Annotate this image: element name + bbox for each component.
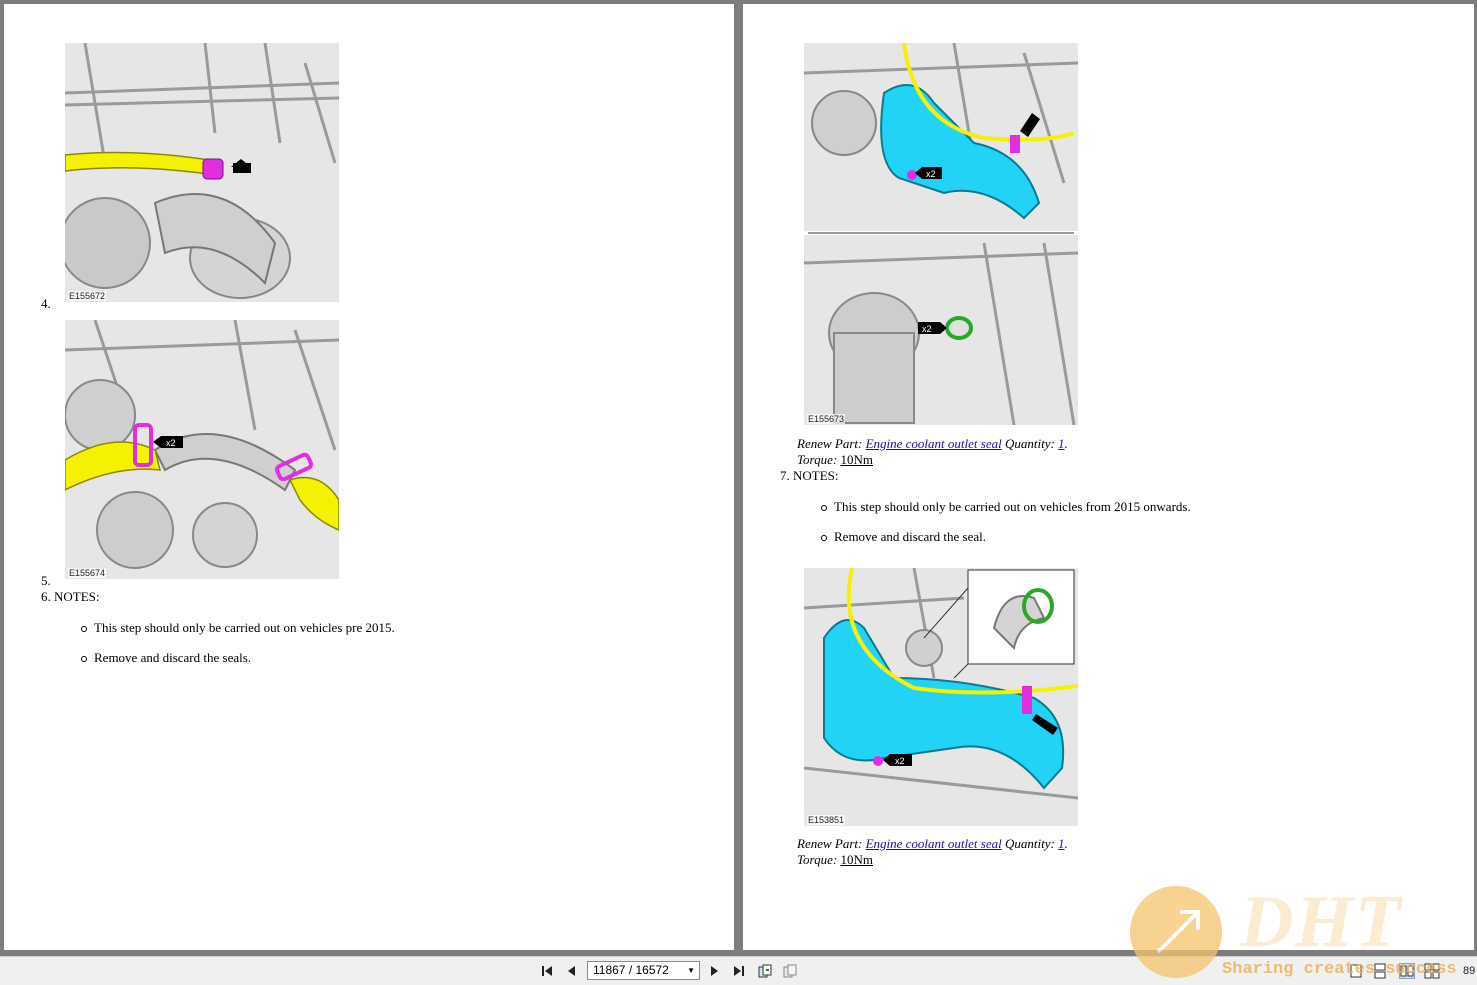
continuous-icon[interactable] bbox=[1372, 963, 1388, 979]
figure-caption: E155672 bbox=[68, 291, 107, 301]
torque-value: 10Nm bbox=[840, 452, 873, 467]
note-bullet: Remove and discard the seals. bbox=[80, 650, 252, 665]
next-page-icon[interactable] bbox=[706, 963, 722, 979]
renew-part-prefix: Renew Part: bbox=[797, 436, 866, 451]
torque-label: Torque: bbox=[797, 452, 841, 467]
engine-illustration-2: x2 bbox=[65, 320, 339, 579]
zoom-level: 89 bbox=[1463, 965, 1476, 977]
callout-x2: x2 bbox=[895, 756, 905, 766]
copy-icon[interactable] bbox=[782, 963, 798, 979]
period: . bbox=[1064, 436, 1068, 451]
viewer-toolbar: 11867 / 16572 ▼ 89 bbox=[0, 956, 1477, 985]
note-bullet: Remove and discard the seal. bbox=[821, 529, 986, 544]
engine-illustration-4: x2 bbox=[804, 568, 1078, 826]
page-number-select[interactable]: 11867 / 16572 ▼ bbox=[587, 961, 700, 980]
step-number-5: 5. bbox=[41, 573, 51, 588]
torque-label: Torque: bbox=[797, 852, 841, 867]
torque-value: 10Nm bbox=[840, 852, 873, 867]
engine-coolant-outlet-seal-link[interactable]: Engine coolant outlet seal bbox=[866, 836, 1002, 851]
facing-pages-icon[interactable] bbox=[1399, 963, 1415, 979]
figure-e155674: x2 E155674 bbox=[65, 320, 339, 579]
facing-continuous-icon[interactable] bbox=[1424, 963, 1440, 979]
document-page-left: E155672 4. x2 E155674 5. 6. NOTES: This … bbox=[4, 4, 734, 950]
first-page-icon[interactable] bbox=[539, 963, 555, 979]
chevron-down-icon: ▼ bbox=[687, 966, 695, 975]
step-7-notes-heading: 7. NOTES: bbox=[780, 468, 839, 483]
page-indicator: 11867 / 16572 bbox=[593, 963, 669, 977]
engine-illustration-3: x2 x2 bbox=[804, 43, 1078, 425]
callout-x2: x2 bbox=[926, 169, 936, 179]
document-page-right: x2 x2 E155673 Renew Part: Engine coolant… bbox=[743, 4, 1474, 950]
figure-e155673: x2 x2 E155673 bbox=[804, 43, 1078, 425]
figure-caption: E153851 bbox=[807, 815, 846, 825]
step-6-notes-heading: 6. NOTES: bbox=[41, 589, 100, 604]
figure-caption: E155674 bbox=[68, 568, 107, 578]
engine-coolant-outlet-seal-link[interactable]: Engine coolant outlet seal bbox=[866, 436, 1002, 451]
callout-x2: x2 bbox=[922, 324, 932, 334]
period: . bbox=[1064, 836, 1068, 851]
single-page-icon[interactable] bbox=[1348, 963, 1364, 979]
renew-part-prefix: Renew Part: bbox=[797, 836, 866, 851]
engine-illustration-1 bbox=[65, 43, 339, 302]
last-page-icon[interactable] bbox=[731, 963, 747, 979]
quantity-label: Quantity: bbox=[1001, 836, 1059, 851]
quantity-label: Quantity: bbox=[1001, 436, 1059, 451]
figure-e155672: E155672 bbox=[65, 43, 339, 302]
renew-part-line: Renew Part: Engine coolant outlet seal Q… bbox=[797, 436, 1068, 452]
prev-page-icon[interactable] bbox=[564, 963, 580, 979]
renew-part-line: Renew Part: Engine coolant outlet seal Q… bbox=[797, 836, 1068, 852]
note-bullet: This step should only be carried out on … bbox=[81, 620, 395, 635]
torque-line: Torque: 10Nm bbox=[797, 852, 873, 868]
figure-caption: E155673 bbox=[807, 414, 846, 424]
rotate-icon[interactable] bbox=[757, 963, 773, 979]
figure-e153851: x2 E153851 bbox=[804, 568, 1078, 826]
torque-line: Torque: 10Nm bbox=[797, 452, 873, 468]
step-number-4: 4. bbox=[41, 296, 51, 311]
note-bullet: This step should only be carried out on … bbox=[821, 499, 1191, 514]
callout-x2: x2 bbox=[166, 438, 176, 448]
